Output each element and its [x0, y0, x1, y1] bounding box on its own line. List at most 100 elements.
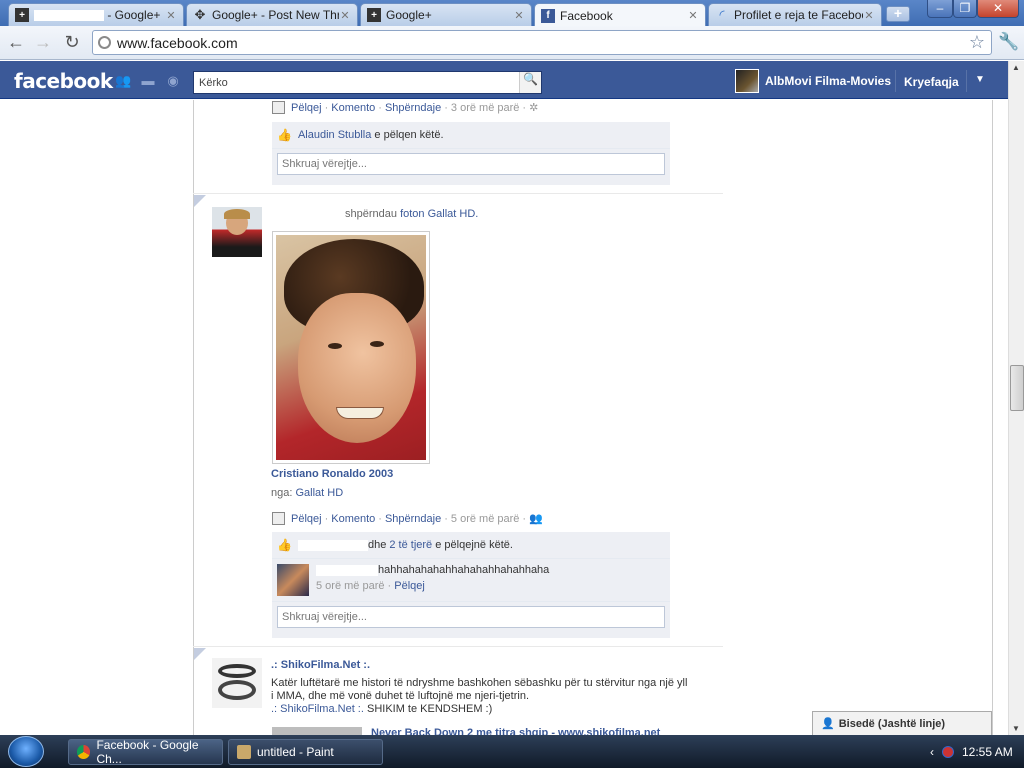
likes-row: 👍 Alaudin Stublla e pëlqen këtë. — [272, 122, 670, 149]
profile-link[interactable]: AlbMovi Filma-Movies — [735, 69, 891, 93]
feedback-box: 👍 Alaudin Stublla e pëlqen këtë. Shkruaj… — [272, 122, 670, 185]
avatar — [735, 69, 759, 93]
chat-bar[interactable]: 👤 Bisedë (Jashtë linje) — [812, 711, 992, 735]
clock[interactable]: 12:55 AM — [962, 745, 1013, 759]
system-tray: ‹ 12:55 AM — [930, 745, 1013, 759]
taskbar-item-label: Facebook - Google Ch... — [96, 738, 199, 766]
friends-privacy-icon: 👥 — [529, 513, 543, 525]
thumbs-up-icon: 👍 — [277, 128, 292, 142]
forward-icon[interactable]: → — [32, 32, 54, 54]
scroll-down-icon[interactable]: ▼ — [1012, 724, 1020, 733]
liker-name[interactable]: Alaudin Stublla — [298, 129, 371, 141]
taskbar-item-chrome[interactable]: Facebook - Google Ch... — [68, 738, 223, 766]
search-icon[interactable]: 🔍 — [519, 72, 541, 93]
tab-title: Google+ - Post New Threa — [212, 8, 339, 22]
restore-button[interactable]: ❐ — [953, 0, 977, 18]
page-link[interactable]: Gallat HD. — [428, 208, 479, 220]
home-link[interactable]: Kryefaqja — [904, 75, 959, 89]
photo-title[interactable]: Cristiano Ronaldo 2003 — [271, 468, 393, 480]
likes-and: dhe — [367, 539, 387, 551]
divider — [895, 70, 896, 92]
back-icon[interactable]: ← — [5, 32, 27, 54]
google-plus-icon: + — [15, 8, 29, 22]
tray-expand-icon[interactable]: ‹ — [930, 745, 934, 759]
likes-suffix: e pëlqejnë këtë. — [435, 539, 513, 551]
commenter-avatar[interactable] — [277, 564, 309, 596]
comment-like-link[interactable]: Pëlqej — [394, 580, 425, 592]
photo-link[interactable]: foton — [400, 208, 424, 220]
close-window-button[interactable]: ✕ — [977, 0, 1019, 18]
start-button[interactable] — [8, 736, 44, 767]
tab-google-plus-post[interactable]: ✥ Google+ - Post New Threa ✕ — [186, 3, 358, 26]
column-border — [992, 100, 993, 735]
page-icon — [98, 36, 111, 49]
story-corner — [194, 648, 206, 660]
facebook-logo[interactable]: facebook — [14, 69, 113, 93]
share-link[interactable]: Shpërndaje — [385, 513, 441, 525]
close-tab-icon[interactable]: ✕ — [339, 9, 351, 22]
thumbs-up-icon: 👍 — [277, 538, 292, 552]
post-actions: Pëlqej · Komento · Shpërndaje · 3 orë më… — [272, 101, 538, 114]
like-link[interactable]: Pëlqej — [291, 513, 322, 525]
search-input[interactable] — [194, 72, 514, 93]
scroll-up-icon[interactable]: ▲ — [1012, 63, 1020, 72]
post-tail: SHIKIM te KENDSHEM :) — [366, 703, 493, 715]
post-page-link[interactable]: .: ShikoFilma.Net :. — [271, 703, 364, 715]
address-bar[interactable]: www.facebook.com ☆ — [92, 30, 992, 55]
shared-photo[interactable] — [272, 231, 430, 464]
notifications-icon[interactable]: ◉ — [165, 73, 181, 89]
facebook-icon: f — [541, 8, 555, 23]
reload-icon[interactable]: ↻ — [61, 32, 83, 54]
feedback-box: 👍 dhe 2 të tjerë e pëlqejnë këtë. hahhah… — [272, 532, 670, 638]
scroll-thumb[interactable] — [1010, 365, 1024, 411]
share-photo-icon — [272, 512, 285, 525]
tab-google-plus-3[interactable]: + Google+ ✕ — [360, 3, 532, 26]
windows-taskbar: Facebook - Google Ch... untitled - Paint… — [0, 735, 1024, 768]
account-menu-icon[interactable]: ▼ — [975, 74, 985, 85]
post-text-line: i MMA, dhe më vonë duhet të luftojnë me … — [271, 690, 530, 702]
comment: hahhahahahahhahahahhahahhaha 5 orë më pa… — [272, 559, 670, 602]
photo-source: nga: Gallat HD — [271, 487, 343, 499]
comment-input[interactable]: Shkruaj vërejtje... — [277, 606, 665, 628]
profile-name: AlbMovi Filma-Movies — [765, 74, 892, 88]
tab-profilet[interactable]: ◜ Profilet e reja te Facebool ✕ — [708, 3, 882, 26]
tab-title: Facebook — [560, 8, 613, 23]
close-tab-icon[interactable]: ✕ — [863, 9, 875, 22]
security-icon[interactable] — [942, 746, 954, 758]
minimize-button[interactable]: – — [927, 0, 953, 18]
scrollbar[interactable]: ▲ ▼ — [1008, 61, 1024, 735]
bookmark-star-icon[interactable]: ☆ — [969, 32, 985, 53]
divider — [966, 70, 967, 92]
taskbar-item-paint[interactable]: untitled - Paint — [228, 739, 383, 765]
page-avatar[interactable] — [212, 658, 262, 708]
author-avatar[interactable] — [212, 207, 262, 257]
comment-link[interactable]: Komento — [331, 102, 375, 114]
comment-time[interactable]: 5 orë më parë — [316, 580, 384, 592]
news-feed: Pëlqej · Komento · Shpërndaje · 3 orë më… — [0, 100, 1008, 735]
post-author[interactable]: .: ShikoFilma.Net :. — [271, 659, 370, 671]
close-tab-icon[interactable]: ✕ — [513, 9, 525, 22]
chat-user-icon: 👤 — [821, 718, 835, 730]
like-link[interactable]: Pëlqej — [291, 102, 322, 114]
gear-icon: ✲ — [529, 102, 539, 114]
search-box: 🔍 — [193, 71, 542, 94]
source-link[interactable]: Gallat HD — [295, 487, 343, 499]
close-tab-icon[interactable]: ✕ — [165, 9, 177, 22]
link-thumbnail[interactable] — [272, 727, 362, 735]
share-headline: shpërndau foton Gallat HD. — [345, 208, 478, 220]
others-link[interactable]: 2 të tjerë — [389, 539, 432, 551]
tab-facebook[interactable]: f Facebook ✕ — [534, 3, 706, 27]
comment-link[interactable]: Komento — [331, 513, 375, 525]
shared-link-title[interactable]: Never Back Down 2 me titra shqip - www.s… — [371, 727, 660, 735]
friend-requests-icon[interactable]: 👥 — [115, 73, 131, 89]
messages-icon[interactable]: ▬ — [140, 73, 156, 89]
taskbar-item-label: untitled - Paint — [257, 745, 334, 759]
post-time[interactable]: 5 orë më parë — [451, 513, 519, 525]
share-link[interactable]: Shpërndaje — [385, 102, 441, 114]
close-tab-icon[interactable]: ✕ — [687, 9, 699, 22]
new-tab-button[interactable]: + — [886, 6, 910, 22]
wrench-icon[interactable]: 🔧 — [998, 32, 1019, 52]
comment-input[interactable]: Shkruaj vërejtje... — [277, 153, 665, 175]
tab-google-plus-1[interactable]: + - Google+ ✕ — [8, 3, 184, 26]
post-time[interactable]: 3 orë më parë — [451, 102, 519, 114]
